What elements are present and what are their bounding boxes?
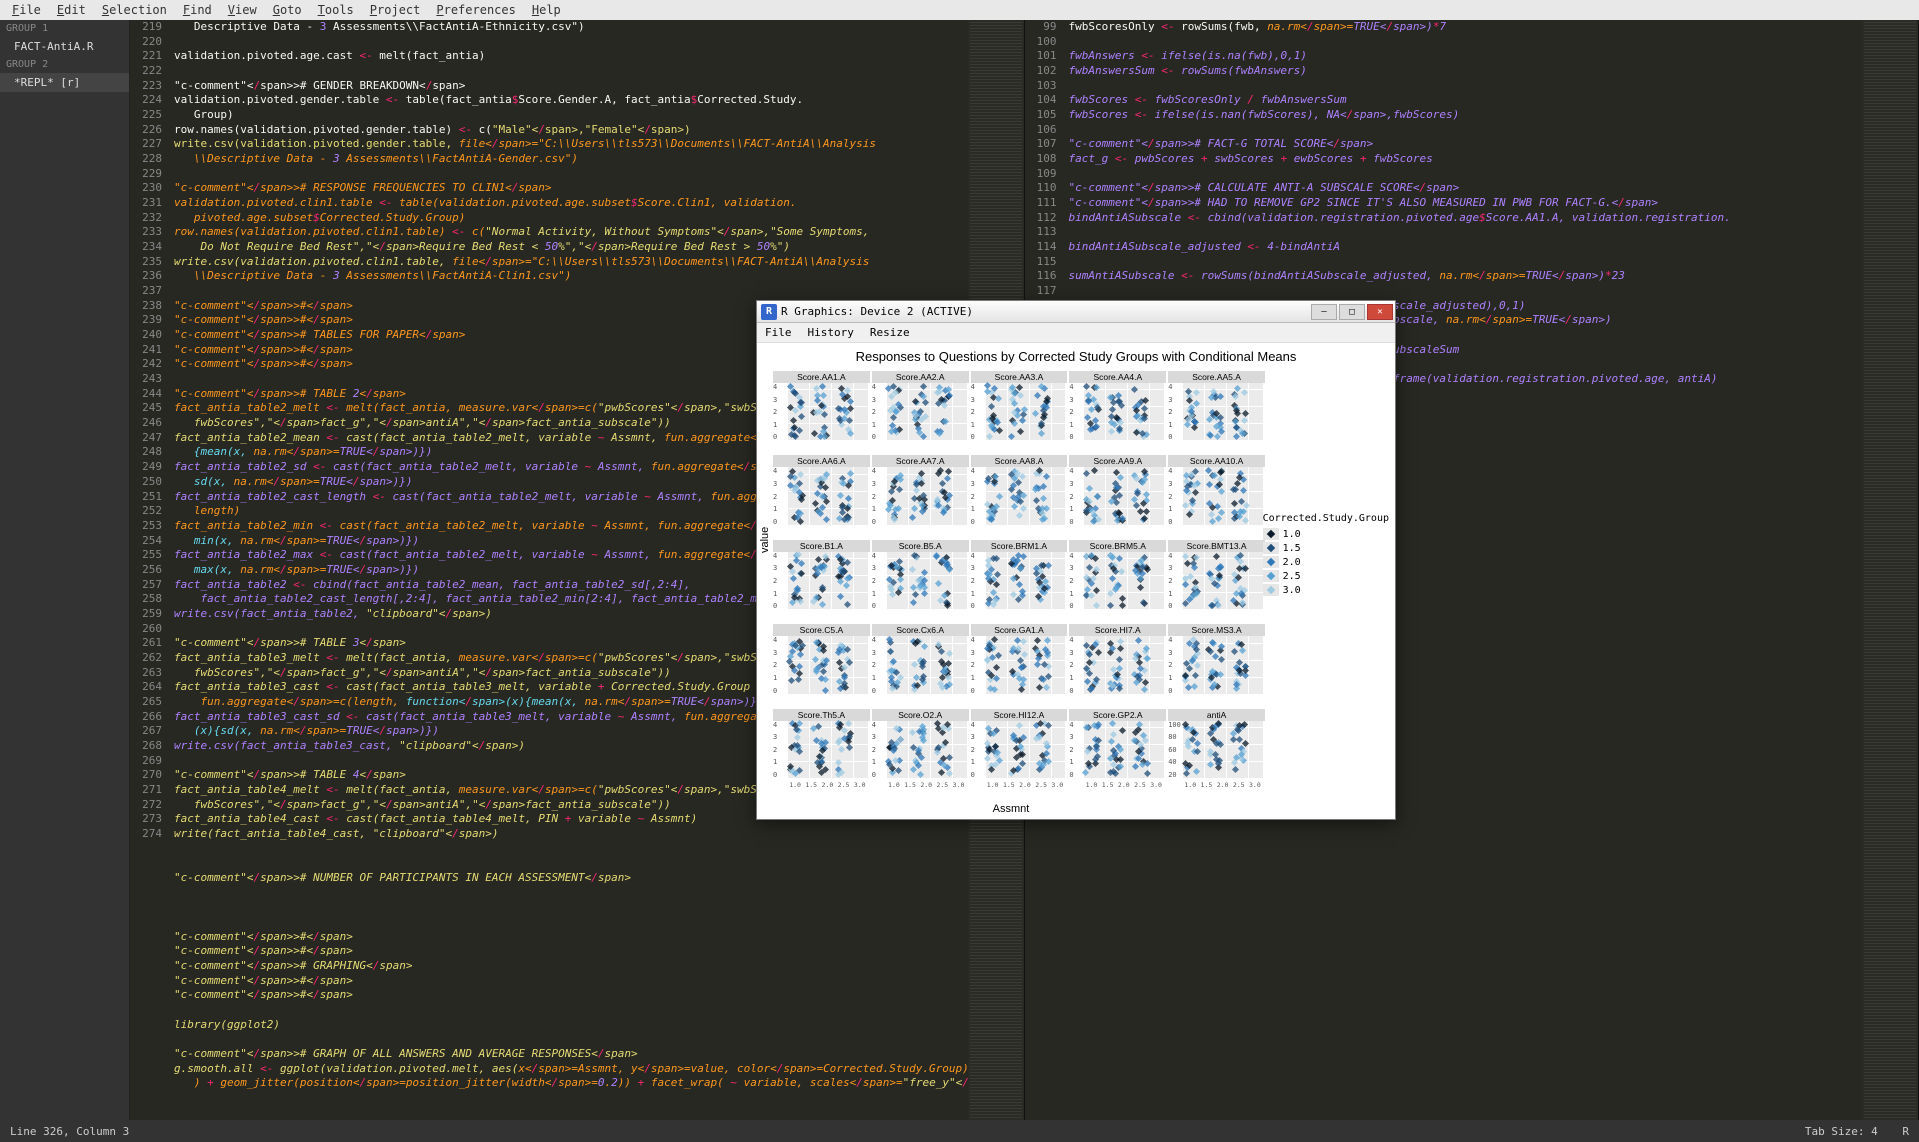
sidebar-file[interactable]: FACT-AntiA.R bbox=[0, 37, 129, 56]
menu-project[interactable]: Project bbox=[362, 3, 429, 17]
menu-selection[interactable]: Selection bbox=[94, 3, 175, 17]
tab-size[interactable]: Tab Size: 4 bbox=[1805, 1125, 1878, 1138]
plot-canvas: Responses to Questions by Corrected Stud… bbox=[757, 343, 1395, 819]
maximize-button[interactable]: □ bbox=[1339, 304, 1365, 320]
status-bar: Line 326, Column 3 Tab Size: 4 R bbox=[0, 1120, 1919, 1142]
menu-help[interactable]: Help bbox=[524, 3, 569, 17]
facet: Score.AA6.A01234 bbox=[773, 455, 870, 537]
facet: Score.HI7.A01234 bbox=[1069, 624, 1166, 706]
facet: Score.AA1.A01234 bbox=[773, 371, 870, 453]
facet: Score.BMT13.A01234 bbox=[1168, 540, 1265, 622]
legend-item: 2.5 bbox=[1263, 570, 1389, 582]
plot-legend: Corrected.Study.Group 1.0 1.5 2.0 2.5 3.0 bbox=[1263, 513, 1389, 598]
facet: Score.C5.A01234 bbox=[773, 624, 870, 706]
facet: Score.AA10.A01234 bbox=[1168, 455, 1265, 537]
facet: Score.AA5.A01234 bbox=[1168, 371, 1265, 453]
close-button[interactable]: ✕ bbox=[1367, 304, 1393, 320]
facet: Score.B1.A01234 bbox=[773, 540, 870, 622]
plot-menu-file[interactable]: File bbox=[757, 326, 800, 339]
facet: Score.BRM1.A01234 bbox=[971, 540, 1068, 622]
plot-title: Responses to Questions by Corrected Stud… bbox=[757, 343, 1395, 364]
facet: Score.AA2.A01234 bbox=[872, 371, 969, 453]
facet: Score.AA3.A01234 bbox=[971, 371, 1068, 453]
plot-menu-resize[interactable]: Resize bbox=[862, 326, 918, 339]
r-icon: R bbox=[761, 304, 777, 320]
open-files-sidebar: GROUP 1FACT-AntiA.RGROUP 2*REPL* [r] bbox=[0, 20, 130, 1120]
facet: Score.HI12.A012341.01.52.02.53.0 bbox=[971, 709, 1068, 791]
facet: antiA204060801001.01.52.02.53.0 bbox=[1168, 709, 1265, 791]
syntax-mode[interactable]: R bbox=[1902, 1125, 1909, 1138]
sidebar-file[interactable]: *REPL* [r] bbox=[0, 73, 129, 92]
menu-view[interactable]: View bbox=[220, 3, 265, 17]
legend-item: 2.0 bbox=[1263, 556, 1389, 568]
legend-item: 1.5 bbox=[1263, 542, 1389, 554]
sidebar-group: GROUP 1 bbox=[0, 20, 129, 37]
cursor-position: Line 326, Column 3 bbox=[10, 1125, 129, 1138]
legend-item: 1.0 bbox=[1263, 528, 1389, 540]
minimize-button[interactable]: — bbox=[1311, 304, 1337, 320]
facet: Score.AA8.A01234 bbox=[971, 455, 1068, 537]
sidebar-group: GROUP 2 bbox=[0, 56, 129, 73]
facet: Score.AA7.A01234 bbox=[872, 455, 969, 537]
legend-item: 3.0 bbox=[1263, 584, 1389, 596]
line-gutter: 219 220 221 222 223 224 225 226 227 228 … bbox=[130, 20, 170, 842]
facet: Score.B5.A01234 bbox=[872, 540, 969, 622]
facet: Score.MS3.A01234 bbox=[1168, 624, 1265, 706]
menu-find[interactable]: Find bbox=[175, 3, 220, 17]
y-axis-label: value bbox=[759, 527, 771, 553]
plot-menubar[interactable]: FileHistoryResize bbox=[757, 323, 1395, 343]
facet: Score.O2.A012341.01.52.02.53.0 bbox=[872, 709, 969, 791]
facet: Score.AA4.A01234 bbox=[1069, 371, 1166, 453]
plot-menu-history[interactable]: History bbox=[800, 326, 862, 339]
menu-file[interactable]: File bbox=[4, 3, 49, 17]
window-titlebar[interactable]: R R Graphics: Device 2 (ACTIVE) — □ ✕ bbox=[757, 301, 1395, 323]
facet: Score.Th5.A012341.01.52.02.53.0 bbox=[773, 709, 870, 791]
app-menubar[interactable]: FileEditSelectionFindViewGotoToolsProjec… bbox=[0, 0, 1919, 20]
menu-edit[interactable]: Edit bbox=[49, 3, 94, 17]
facet: Score.AA9.A01234 bbox=[1069, 455, 1166, 537]
minimap[interactable] bbox=[1862, 20, 1918, 1120]
menu-goto[interactable]: Goto bbox=[265, 3, 310, 17]
facet: Score.GA1.A01234 bbox=[971, 624, 1068, 706]
facet: Score.Cx6.A01234 bbox=[872, 624, 969, 706]
window-title: R Graphics: Device 2 (ACTIVE) bbox=[781, 305, 1311, 318]
x-axis-label: Assmnt bbox=[757, 803, 1265, 815]
facet: Score.GP2.A012341.01.52.02.53.0 bbox=[1069, 709, 1166, 791]
facet: Score.BRM5.A01234 bbox=[1069, 540, 1166, 622]
menu-preferences[interactable]: Preferences bbox=[428, 3, 523, 17]
legend-title: Corrected.Study.Group bbox=[1263, 513, 1389, 524]
r-graphics-window[interactable]: R R Graphics: Device 2 (ACTIVE) — □ ✕ Fi… bbox=[756, 300, 1396, 820]
menu-tools[interactable]: Tools bbox=[310, 3, 362, 17]
